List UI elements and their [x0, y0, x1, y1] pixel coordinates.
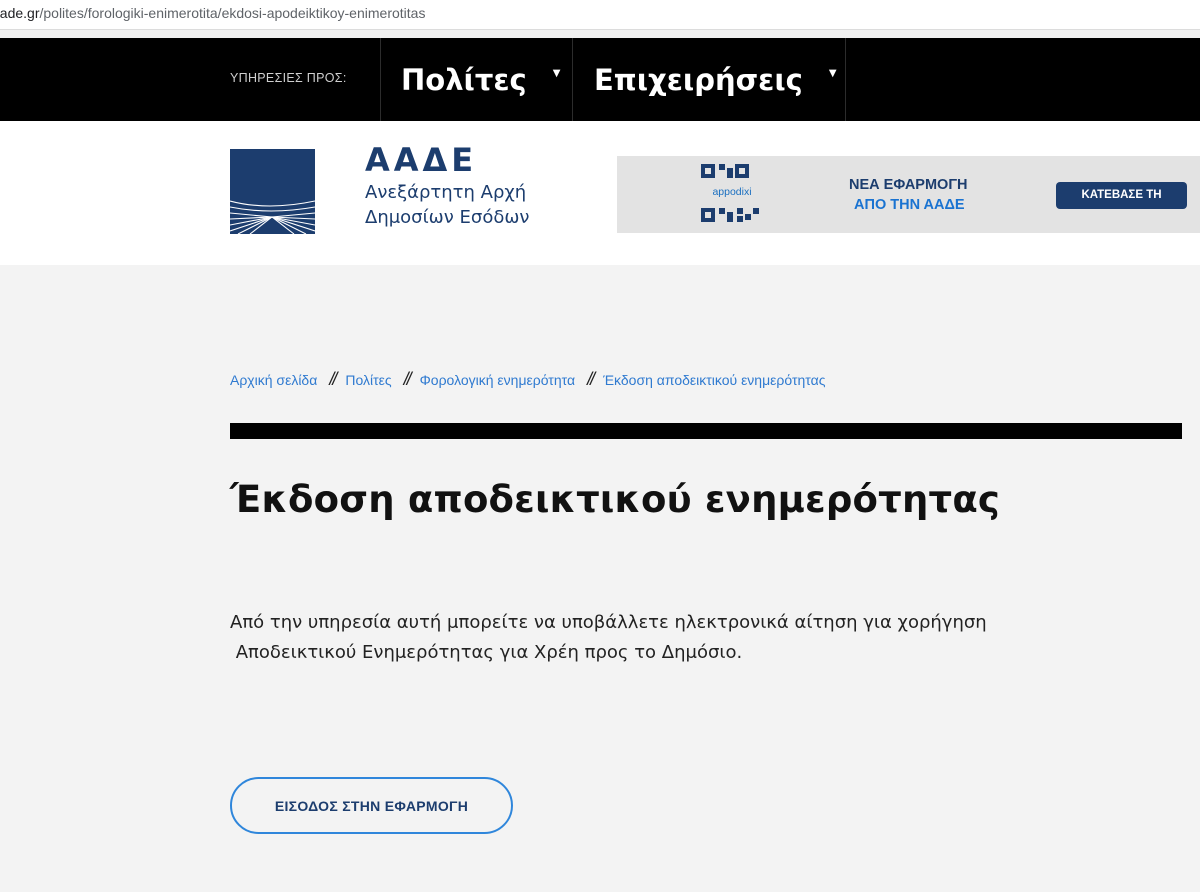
app-name-label: appodixi — [712, 186, 752, 198]
browser-separator — [0, 30, 1200, 38]
brand-abbreviation: ΑΑΔΕ — [365, 141, 478, 179]
service-description: Από την υπηρεσία αυτή μπορείτε να υποβάλ… — [230, 608, 1090, 668]
section-divider — [230, 423, 1182, 439]
breadcrumb-current-page[interactable]: Έκδοση αποδεικτικού ενημερότητας — [603, 372, 825, 388]
appodixi-promo-banner[interactable]: appodixi ΝΕΑ ΕΦΑΡΜΟΓΗ ΑΠΟ ΤΗΝ ΑΑΔΕ ΚΑΤΕΒ… — [617, 156, 1200, 233]
nav-divider — [845, 38, 846, 121]
url-host: aade.gr — [0, 5, 40, 21]
nav-item-polites[interactable]: Πολίτες ▼ — [401, 38, 560, 121]
page-title: Έκδοση αποδεικτικού ενημερότητας — [230, 478, 1001, 521]
breadcrumb-separator: // — [329, 369, 337, 389]
brand-text[interactable]: ΑΑΔΕ Ανεξάρτητη Αρχή Δημοσίων Εσόδων — [365, 141, 529, 229]
nav-item-label: Επιχειρήσεις — [594, 62, 803, 97]
description-line-2: Αποδεικτικού Ενημερότητας για Χρέη προς … — [230, 642, 743, 663]
breadcrumb-polites[interactable]: Πολίτες — [345, 372, 391, 388]
url-text[interactable]: aade.gr/polites/forologiki-enimerotita/e… — [0, 5, 425, 21]
top-navigation-bar: ΥΠΗΡΕΣΙΕΣ ΠΡΟΣ: Πολίτες ▼ Επιχειρήσεις ▼ — [0, 38, 1200, 121]
enter-application-button[interactable]: ΕΙΣΟΔΟΣ ΣΤΗΝ ΕΦΑΡΜΟΓΗ — [230, 777, 513, 834]
download-button[interactable]: ΚΑΤΕΒΑΣΕ ΤΗ — [1056, 182, 1187, 209]
breadcrumb-forologiki-enimerotita[interactable]: Φορολογική ενημερότητα — [420, 372, 575, 388]
site-header: ΑΑΔΕ Ανεξάρτητη Αρχή Δημοσίων Εσόδων app… — [0, 121, 1200, 265]
brand-fullname-line2: Δημοσίων Εσόδων — [365, 207, 530, 228]
brand-fullname-line1: Ανεξάρτητη Αρχή — [365, 182, 527, 203]
banner-title-line1: ΝΕΑ ΕΦΑΡΜΟΓΗ — [849, 177, 968, 193]
caret-down-icon: ▼ — [552, 68, 561, 79]
nav-item-epixeiriseis[interactable]: Επιχειρήσεις ▼ — [594, 38, 837, 121]
nav-item-label: Πολίτες — [401, 62, 527, 97]
nav-divider — [572, 38, 573, 121]
caret-down-icon: ▼ — [828, 68, 837, 79]
services-prefix-label: ΥΠΗΡΕΣΙΕΣ ΠΡΟΣ: — [230, 71, 347, 85]
breadcrumb-separator: // — [587, 369, 595, 389]
url-path: /polites/forologiki-enimerotita/ekdosi-a… — [39, 5, 426, 21]
aade-logo-icon[interactable] — [230, 149, 315, 234]
breadcrumb-home[interactable]: Αρχική σελίδα — [230, 372, 317, 388]
banner-title-line2: ΑΠΟ ΤΗΝ ΑΑΔΕ — [854, 197, 965, 213]
nav-divider — [380, 38, 381, 121]
breadcrumb: Αρχική σελίδα // Πολίτες // Φορολογική ενημε… — [230, 369, 825, 390]
breadcrumb-separator: // — [403, 369, 412, 389]
browser-address-bar[interactable]: aade.gr/polites/forologiki-enimerotita/e… — [0, 0, 1200, 30]
description-line-1: Από την υπηρεσία αυτή μπορείτε να υποβάλ… — [230, 612, 987, 633]
